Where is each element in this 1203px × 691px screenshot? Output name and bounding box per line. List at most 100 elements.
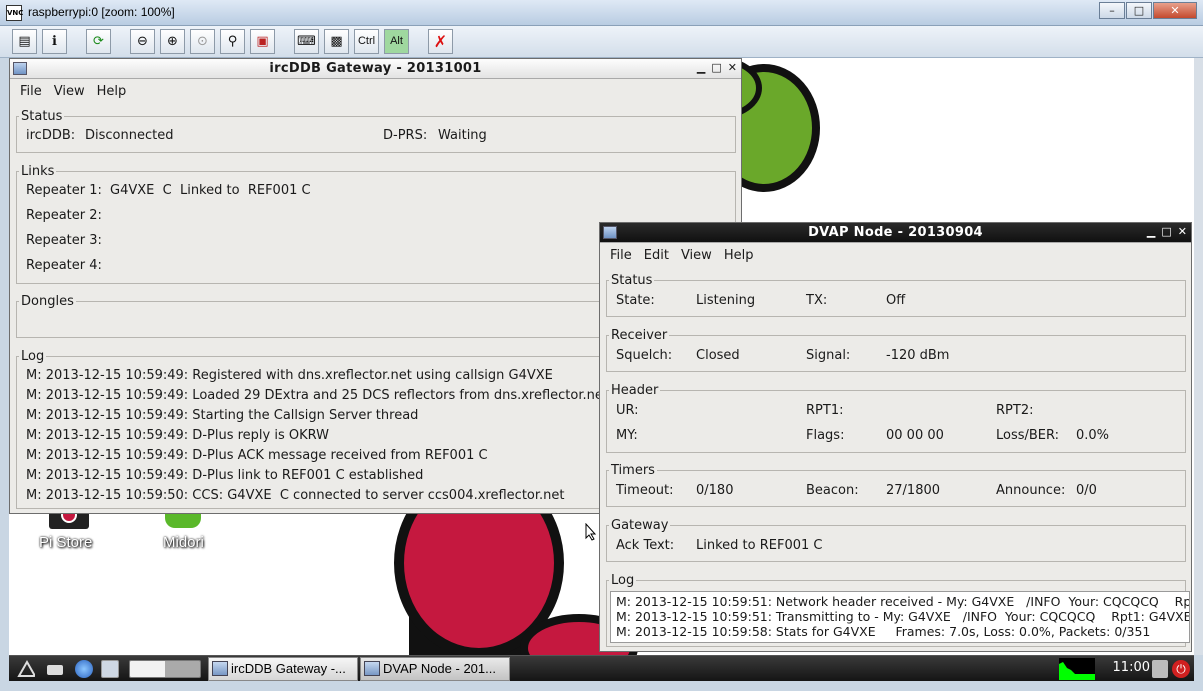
minimize-button[interactable]: –	[1099, 2, 1125, 19]
left-frame	[0, 58, 9, 691]
minimize-icon[interactable]: ▁	[697, 61, 705, 74]
show-desktop-icon[interactable]	[101, 660, 119, 678]
signal-label: Signal:	[806, 348, 851, 363]
ack-text-label: Ack Text:	[616, 538, 675, 553]
midori-label[interactable]: Midori	[163, 534, 204, 551]
dvap-node-window: DVAP Node - 20130904 ▁ □ ✕ File Edit View …	[599, 222, 1192, 652]
screen-lock-icon[interactable]	[1152, 660, 1168, 678]
menu-help[interactable]: Help	[93, 84, 135, 99]
zoom-auto-icon[interactable]: ⚲	[220, 29, 245, 54]
ur-label: UR:	[616, 403, 639, 418]
log-line: M: 2013-12-15 10:59:51: Network header r…	[616, 594, 1190, 609]
bottom-frame	[0, 681, 1203, 691]
ack-text-value: Linked to REF001 C	[696, 538, 823, 553]
ctrl-button[interactable]: Ctrl	[354, 29, 379, 54]
beacon-label: Beacon:	[806, 483, 859, 498]
group-legend: Timers	[611, 463, 655, 478]
pi-store-label[interactable]: Pi Store	[39, 534, 92, 551]
group-legend: Log	[611, 573, 635, 588]
group-legend: Status	[21, 109, 63, 124]
repeater-2-label: Repeater 2:	[26, 208, 102, 223]
timeout-label: Timeout:	[616, 483, 674, 498]
repeater-1-label: Repeater 1:	[26, 183, 102, 198]
repeater-4-label: Repeater 4:	[26, 258, 102, 273]
zoom-reset-icon[interactable]: ⊙	[190, 29, 215, 54]
signal-value: -120 dBm	[886, 348, 950, 363]
announce-value: 0/0	[1076, 483, 1097, 498]
beacon-value: 27/1800	[886, 483, 941, 498]
group-legend: Header	[611, 383, 659, 398]
dvap-log-box[interactable]: M: 2013-12-15 10:59:51: Network header r…	[610, 591, 1190, 643]
fullscreen-icon[interactable]: ▣	[250, 29, 275, 54]
ctrl-alt-del-icon[interactable]: ⌨	[294, 29, 319, 54]
tx-label: TX:	[806, 293, 828, 308]
ircddb-label: ircDDB:	[26, 128, 76, 143]
rpt1-label: RPT1:	[806, 403, 844, 418]
start-menu-icon[interactable]	[17, 660, 35, 678]
log-line: M: 2013-12-15 10:59:49: D-Plus link to R…	[26, 468, 424, 483]
log-line: M: 2013-12-15 10:59:49: Starting the Cal…	[26, 408, 419, 423]
task-ircddb-gateway[interactable]: ircDDB Gateway -...	[208, 657, 358, 681]
cpu-monitor-icon	[1059, 658, 1095, 680]
flags-label: Flags:	[806, 428, 845, 443]
maximize-icon[interactable]: □	[1161, 225, 1171, 238]
window-icon	[364, 661, 380, 676]
group-legend: Status	[611, 273, 653, 288]
gateway-menu-bar: File View Help	[10, 79, 741, 103]
vnc-scrollbar[interactable]	[1194, 58, 1203, 655]
group-legend: Links	[21, 164, 55, 179]
menu-file[interactable]: File	[16, 84, 50, 99]
alt-button[interactable]: Alt	[384, 29, 409, 54]
options-icon[interactable]: ▤	[12, 29, 37, 54]
dprs-value: Waiting	[438, 128, 487, 143]
group-legend: Receiver	[611, 328, 668, 343]
info-icon[interactable]: ℹ	[42, 29, 67, 54]
zoom-out-icon[interactable]: ⊖	[130, 29, 155, 54]
mouse-cursor-icon	[585, 523, 597, 541]
vnc-window-title: raspberrypi:0 [zoom: 100%]	[28, 5, 175, 19]
close-button[interactable]: ✕	[1153, 2, 1197, 19]
taskbar-clock[interactable]: 11:00	[1113, 660, 1150, 675]
dvap-title-bar[interactable]: DVAP Node - 20130904 ▁ □ ✕	[600, 223, 1191, 243]
menu-edit[interactable]: Edit	[640, 248, 677, 263]
maximize-button[interactable]: □	[1126, 2, 1152, 19]
timeout-value: 0/180	[696, 483, 734, 498]
maximize-icon[interactable]: □	[711, 61, 721, 74]
log-line: M: 2013-12-15 10:59:49: D-Plus ACK messa…	[26, 448, 488, 463]
squelch-label: Squelch:	[616, 348, 673, 363]
send-keys-icon[interactable]: ▩	[324, 29, 349, 54]
menu-view[interactable]: View	[50, 84, 93, 99]
log-line: M: 2013-12-15 10:59:50: CCS: G4VXE C con…	[26, 488, 565, 503]
close-icon[interactable]: ✕	[1178, 225, 1187, 238]
close-icon[interactable]: ✕	[728, 61, 737, 74]
lossber-label: Loss/BER:	[996, 428, 1060, 443]
squelch-value: Closed	[696, 348, 740, 363]
gateway-title-bar[interactable]: ircDDB Gateway - 20131001 ▁ □ ✕	[10, 59, 741, 79]
vnc-title-bar: VNC raspberrypi:0 [zoom: 100%] – □ ✕	[0, 0, 1203, 26]
state-label: State:	[616, 293, 655, 308]
task-label: DVAP Node - 201...	[383, 661, 496, 676]
ircddb-value: Disconnected	[85, 128, 174, 143]
log-line: M: 2013-12-15 10:59:51: Transmitting to …	[616, 609, 1190, 624]
group-legend: Log	[21, 349, 45, 364]
disconnect-icon[interactable]: ✗	[428, 29, 453, 54]
dvap-gateway-group: Gateway	[606, 518, 1186, 562]
refresh-icon[interactable]: ⟳	[86, 29, 111, 54]
menu-view[interactable]: View	[677, 248, 720, 263]
lossber-value: 0.0%	[1076, 428, 1110, 443]
browser-icon[interactable]	[75, 660, 93, 678]
desktop-pager[interactable]	[129, 660, 201, 678]
my-label: MY:	[616, 428, 638, 443]
rpt2-label: RPT2:	[996, 403, 1034, 418]
minimize-icon[interactable]: ▁	[1147, 225, 1155, 238]
menu-file[interactable]: File	[606, 248, 640, 263]
group-legend: Dongles	[21, 294, 74, 309]
zoom-in-icon[interactable]: ⊕	[160, 29, 185, 54]
dvap-menu-bar: File Edit View Help	[600, 243, 1191, 267]
task-dvap-node[interactable]: DVAP Node - 201...	[360, 657, 510, 681]
group-legend: Gateway	[611, 518, 669, 533]
menu-help[interactable]: Help	[720, 248, 762, 263]
window-icon	[212, 661, 228, 676]
file-manager-icon[interactable]	[47, 665, 63, 675]
power-icon[interactable]: ⏻	[1172, 660, 1190, 678]
